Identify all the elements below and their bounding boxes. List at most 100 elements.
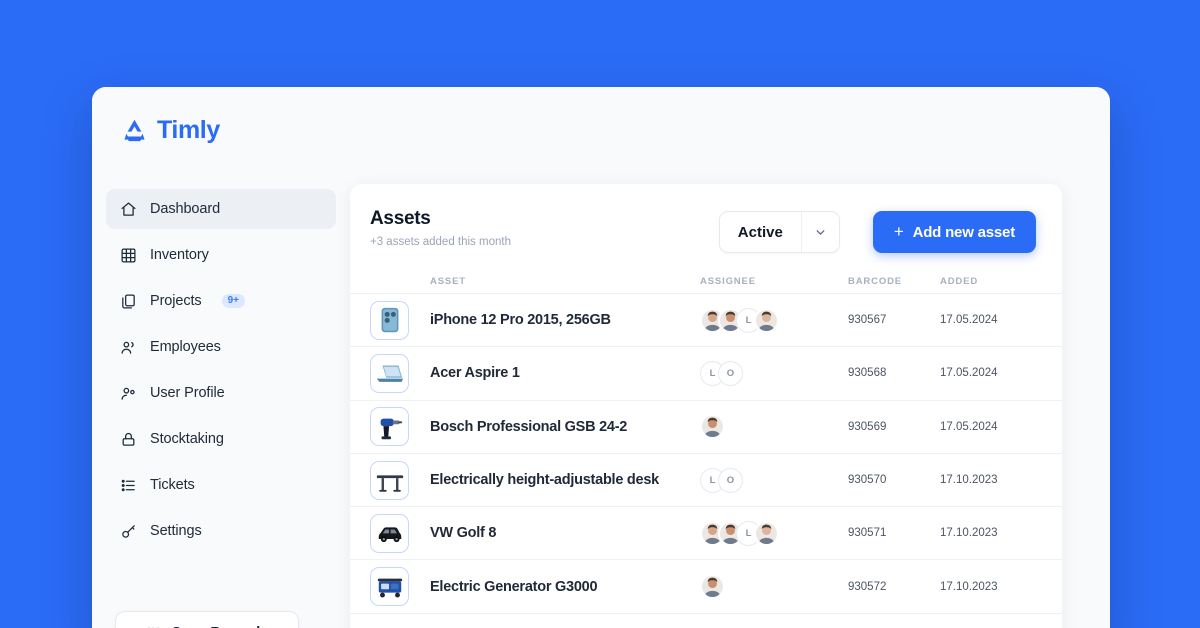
status-filter-value: Active bbox=[737, 223, 783, 241]
avatar-group: L bbox=[700, 520, 779, 546]
avatar-group bbox=[700, 414, 725, 440]
column-header-added: ADDED bbox=[940, 276, 979, 287]
generator-icon bbox=[370, 567, 409, 607]
avatar-initial[interactable]: O bbox=[718, 360, 743, 386]
avatar-group: L bbox=[700, 307, 779, 333]
cell-assignee: L bbox=[700, 307, 848, 333]
cell-assignee bbox=[700, 574, 848, 600]
sidebar-item-label: Tickets bbox=[150, 477, 195, 493]
brand-name: Timly bbox=[157, 116, 220, 144]
add-new-asset-label: Add new asset bbox=[912, 223, 1016, 241]
asset-name: Electric Generator G3000 bbox=[430, 578, 598, 595]
cell-asset: Electrically height-adjustable desk bbox=[370, 460, 700, 500]
sidebar: Timly Dashboard Inventory Projects 9+ Em… bbox=[92, 87, 350, 628]
cell-barcode: 930571 bbox=[848, 527, 887, 540]
avatar-group: LO bbox=[700, 360, 743, 386]
sidebar-item-label: Employees bbox=[150, 339, 221, 355]
avatar[interactable] bbox=[700, 574, 725, 600]
cell-added: 17.05.2024 bbox=[940, 420, 998, 433]
avatar-group: LO bbox=[700, 467, 743, 493]
column-header-barcode: BARCODE bbox=[848, 276, 902, 287]
car-icon bbox=[370, 513, 409, 553]
cell-barcode: 930570 bbox=[848, 474, 887, 487]
cell-assignee: LO bbox=[700, 360, 848, 386]
sidebar-item-label: Stocktaking bbox=[150, 431, 224, 447]
column-header-assignee: ASSIGNEE bbox=[700, 276, 756, 287]
sidebar-item-label: Projects bbox=[150, 293, 202, 309]
asset-name: Bosch Professional GSB 24-2 bbox=[430, 418, 628, 435]
sidebar-nav: Dashboard Inventory Projects 9+ Employee… bbox=[92, 189, 350, 551]
cell-asset: VW Golf 8 bbox=[370, 513, 700, 553]
asset-name: iPhone 12 Pro 2015, 256GB bbox=[430, 312, 611, 329]
scan-barcode-button[interactable]: Scan Barcode bbox=[115, 611, 299, 628]
sidebar-item-user-profile[interactable]: User Profile bbox=[106, 373, 336, 413]
avatar-initial[interactable]: O bbox=[718, 467, 743, 493]
header-titles: Assets +3 assets added this month bbox=[370, 208, 719, 248]
asset-name: Electrically height-adjustable desk bbox=[430, 472, 659, 489]
table-row[interactable]: Bosch Professional GSB 24-2 930569 17.05.2… bbox=[350, 401, 1062, 454]
iphone-icon bbox=[370, 300, 409, 340]
status-filter-select[interactable]: Active bbox=[718, 211, 840, 253]
avatar-group bbox=[700, 574, 725, 600]
sidebar-item-settings[interactable]: Settings bbox=[106, 511, 336, 551]
key-icon bbox=[122, 524, 135, 538]
sidebar-item-label: Inventory bbox=[150, 247, 209, 263]
list-icon bbox=[121, 479, 135, 491]
avatar[interactable] bbox=[754, 307, 779, 333]
cell-barcode: 930567 bbox=[848, 314, 887, 327]
sidebar-item-stocktaking[interactable]: Stocktaking bbox=[106, 419, 336, 459]
add-new-asset-button[interactable]: + Add new asset bbox=[872, 211, 1036, 253]
table-row[interactable]: VW Golf 8 L 930571 17.10.2023 bbox=[350, 507, 1062, 561]
sidebar-item-projects[interactable]: Projects 9+ bbox=[106, 281, 336, 321]
app-window: Timly Dashboard Inventory Projects 9+ Em… bbox=[92, 87, 1110, 628]
cell-barcode: 930568 bbox=[848, 367, 887, 380]
cell-added: 17.05.2024 bbox=[940, 314, 998, 327]
cell-added: 17.10.2023 bbox=[940, 580, 998, 593]
timly-triangle-logo bbox=[124, 119, 145, 142]
header-actions: Active + Add new asset bbox=[718, 208, 1036, 253]
cell-added: 17.05.2024 bbox=[940, 367, 998, 380]
sidebar-item-dashboard[interactable]: Dashboard bbox=[106, 189, 336, 229]
chevron-down-icon[interactable] bbox=[800, 212, 839, 252]
cell-barcode: 930572 bbox=[848, 580, 887, 593]
avatar[interactable] bbox=[700, 414, 725, 440]
plus-icon: + bbox=[893, 222, 904, 241]
brand[interactable]: Timly bbox=[92, 87, 350, 145]
asset-name: VW Golf 8 bbox=[430, 525, 497, 542]
cell-added: 17.10.2023 bbox=[940, 527, 998, 540]
lock-icon bbox=[122, 432, 135, 446]
sidebar-item-label: Dashboard bbox=[150, 201, 221, 217]
laptop-icon bbox=[370, 353, 409, 393]
table-row[interactable]: Electrically height-adjustable desk L O 930… bbox=[350, 454, 1062, 508]
assets-card: Assets +3 assets added this month Active… bbox=[350, 184, 1062, 628]
page-subtitle: +3 assets added this month bbox=[370, 236, 511, 248]
card-header: Assets +3 assets added this month Active… bbox=[350, 184, 1062, 270]
users-icon bbox=[121, 341, 134, 354]
avatar[interactable] bbox=[754, 520, 779, 546]
table-header: ASSET ASSIGNEE BARCODE ADDED bbox=[350, 270, 1062, 294]
sidebar-item-label: User Profile bbox=[150, 385, 225, 401]
sidebar-item-employees[interactable]: Employees bbox=[106, 327, 336, 367]
sidebar-item-inventory[interactable]: Inventory bbox=[106, 235, 336, 275]
user-cog-icon bbox=[121, 387, 135, 400]
asset-name: Acer Aspire 1 bbox=[430, 365, 520, 382]
cell-assignee: LO bbox=[700, 467, 848, 493]
table-row[interactable]: Acer Aspire 1 L O 930568 17.05.2024 bbox=[350, 347, 1062, 401]
grid-icon bbox=[121, 247, 136, 263]
drill-icon bbox=[370, 407, 409, 447]
cell-assignee: L bbox=[700, 520, 848, 546]
projects-badge: 9+ bbox=[221, 294, 245, 308]
home-icon bbox=[121, 201, 136, 216]
desk-icon bbox=[370, 460, 409, 500]
cell-added: 17.10.2023 bbox=[940, 474, 998, 487]
cell-assignee bbox=[700, 414, 848, 440]
table-row[interactable]: iPhone 12 Pro 2015, 256GB L 930567 17.05.20… bbox=[350, 294, 1062, 348]
cell-asset: Bosch Professional GSB 24-2 bbox=[370, 407, 700, 447]
copy-icon bbox=[122, 293, 135, 309]
sidebar-item-label: Settings bbox=[150, 523, 202, 539]
table-row[interactable]: Electric Generator G3000 930572 17.10.2023 bbox=[350, 560, 1062, 614]
cell-asset: Electric Generator G3000 bbox=[370, 567, 700, 607]
page-title: Assets bbox=[370, 208, 431, 229]
sidebar-item-tickets[interactable]: Tickets bbox=[106, 465, 336, 505]
table-body: iPhone 12 Pro 2015, 256GB L 930567 17.05.20… bbox=[350, 294, 1062, 614]
